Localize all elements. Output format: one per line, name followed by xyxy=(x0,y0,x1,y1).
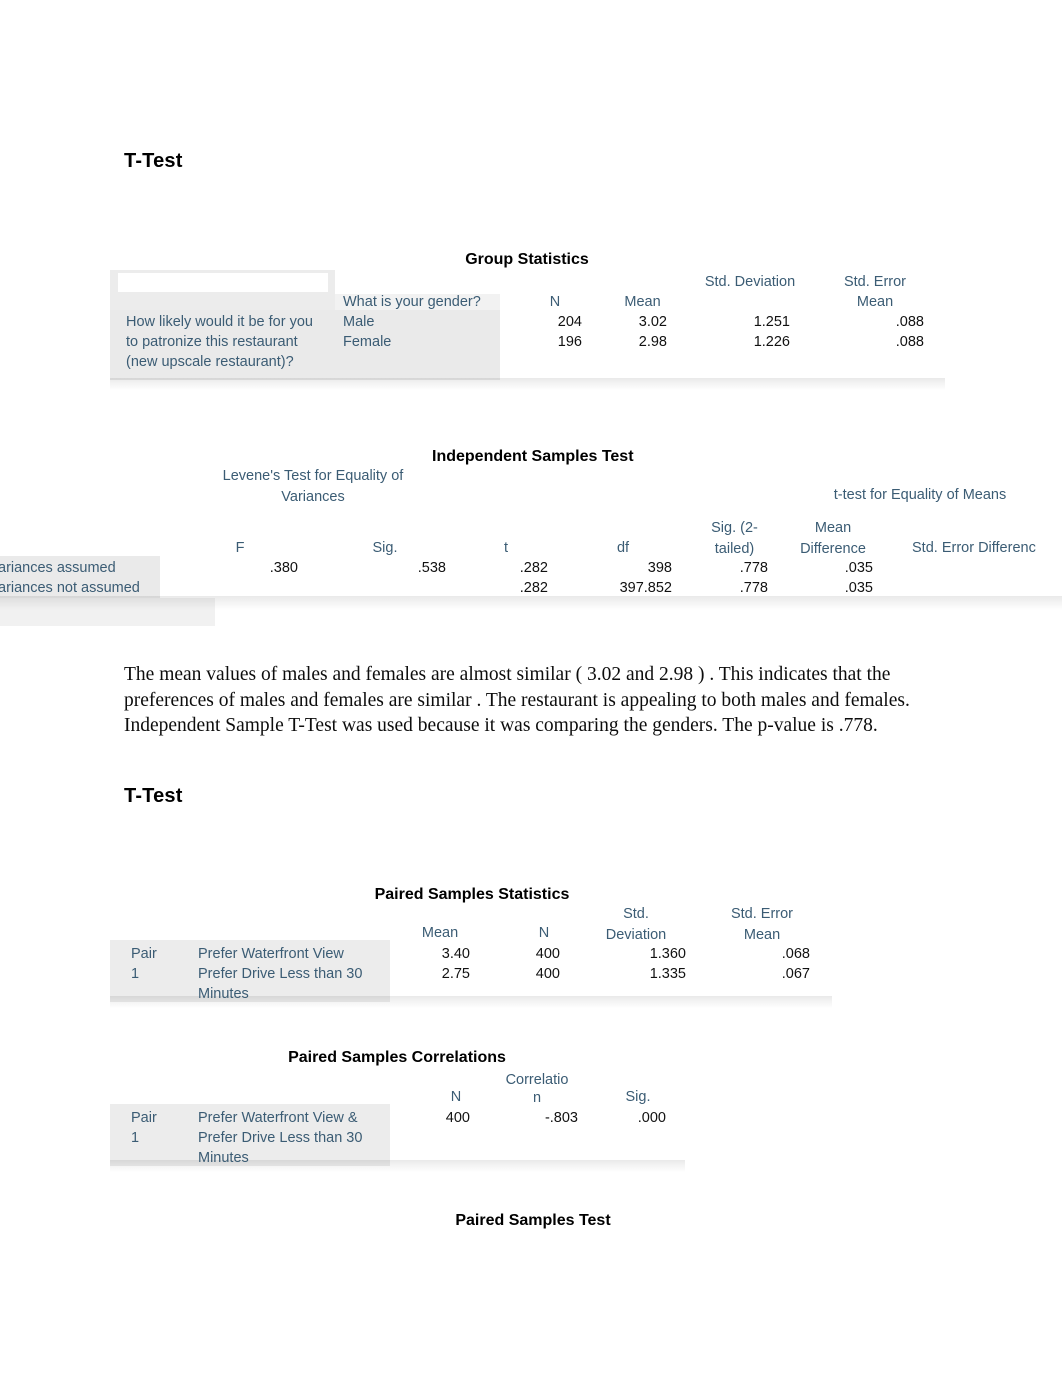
ind-test-row-mean-difference: .035 xyxy=(844,580,873,596)
ind-test-row-sig2: .778 xyxy=(739,560,768,576)
paired-stats-col-mean: Mean xyxy=(421,925,459,941)
table-title-independent-samples-test: Independent Samples Test xyxy=(432,448,634,465)
group-stats-corner-inner xyxy=(118,273,328,292)
ind-test-row-df: 398 xyxy=(647,560,672,576)
ind-test-spanner-ttest: t-test for Equality of Means xyxy=(833,487,1007,503)
ind-test-col-sig-2-tailed: Sig. (2-tailed) xyxy=(711,520,758,557)
group-stats-row-mean: 2.98 xyxy=(638,334,667,350)
group-stats-col-std-error-mean: Std. Error Mean xyxy=(843,274,907,310)
group-stats-stub-shade-top xyxy=(110,294,335,310)
ind-test-col-mean-difference: Mean Difference xyxy=(800,520,866,557)
group-stats-row-sd: 1.251 xyxy=(753,314,790,330)
paired-stats-row-sd: 1.335 xyxy=(649,966,686,982)
paired-corr-col-correlation-line2: n xyxy=(532,1090,542,1106)
paired-stats-row-mean: 3.40 xyxy=(441,946,470,962)
paired-corr-row-sig: .000 xyxy=(637,1110,666,1126)
group-stats-row-n: 196 xyxy=(557,334,582,350)
ind-test-col-sig: Sig. xyxy=(372,540,398,556)
paired-corr-bottom-shadow xyxy=(110,1160,685,1172)
paired-corr-row-n: 400 xyxy=(445,1110,470,1126)
ind-test-spanner-levene: Levene's Test for Equality of Variances xyxy=(222,468,404,505)
ind-test-row-t: .282 xyxy=(519,560,548,576)
paired-stats-row-se: .068 xyxy=(781,946,810,962)
table-title-paired-samples-test: Paired Samples Test xyxy=(455,1212,611,1229)
group-stats-group-header: What is your gender? xyxy=(343,294,481,310)
paired-stats-pair-label-line1: Pair xyxy=(131,946,157,962)
paired-corr-pair-label-line2: 1 xyxy=(131,1130,140,1146)
paired-corr-row-variable: Prefer Waterfront View & Prefer Drive Le… xyxy=(198,1110,363,1166)
ind-test-row-t: .282 xyxy=(519,580,548,596)
group-stats-col-n: N xyxy=(549,294,561,310)
paired-stats-row-n: 400 xyxy=(535,966,560,982)
ind-test-col-df: df xyxy=(616,540,630,556)
paired-stats-row-sd: 1.360 xyxy=(649,946,686,962)
ind-test-bottom-shadow xyxy=(0,596,1062,610)
paired-stats-row-variable: Prefer Drive Less than 30 Minutes xyxy=(198,966,363,1002)
paired-stats-col-std-deviation: Std. Deviation xyxy=(605,906,667,943)
group-stats-col-mean: Mean xyxy=(624,294,661,310)
document-page: T-Test Group Statistics How likely would… xyxy=(0,0,1062,1375)
group-stats-row-mean: 3.02 xyxy=(638,314,667,330)
paired-stats-row-variable: Prefer Waterfront View xyxy=(198,946,344,962)
group-stats-row-se: .088 xyxy=(895,334,924,350)
paired-stats-pair-label-line2: 1 xyxy=(131,966,140,982)
paired-corr-col-correlation-line1: Correlatio xyxy=(505,1072,569,1088)
group-stats-row-se: .088 xyxy=(895,314,924,330)
table-title-paired-samples-correlations: Paired Samples Correlations xyxy=(288,1049,506,1066)
paired-stats-row-se: .067 xyxy=(781,966,810,982)
table-title-group-statistics: Group Statistics xyxy=(465,251,589,268)
ind-test-row-sig: .538 xyxy=(417,560,446,576)
paired-corr-pair-label-line1: Pair xyxy=(131,1110,157,1126)
page-title-t-test-1: T-Test xyxy=(124,150,183,172)
paired-stats-col-std-error-mean: Std. Error Mean xyxy=(730,906,794,943)
paired-stats-col-n: N xyxy=(538,925,550,941)
group-stats-col-std-deviation: Std. Deviation xyxy=(704,274,796,290)
ind-test-row-label: ariances assumed xyxy=(0,560,116,576)
ind-test-row-label: ariances not assumed xyxy=(0,580,140,596)
group-stats-bottom-shadow xyxy=(110,378,945,390)
ind-test-col-std-error-difference: Std. Error Differenc xyxy=(912,540,1036,556)
paired-corr-row-correlation: -.803 xyxy=(544,1110,578,1126)
group-stats-row-sd: 1.226 xyxy=(753,334,790,350)
interpretation-paragraph: The mean values of males and females are… xyxy=(124,664,910,736)
page-title-t-test-2: T-Test xyxy=(124,785,183,807)
group-stats-row-group: Male xyxy=(343,314,375,330)
paired-stats-row-mean: 2.75 xyxy=(441,966,470,982)
table-title-paired-samples-statistics: Paired Samples Statistics xyxy=(374,886,570,903)
group-stats-row-n: 204 xyxy=(557,314,582,330)
ind-test-row-df: 397.852 xyxy=(619,580,672,596)
group-stats-row-group: Female xyxy=(343,334,392,350)
ind-test-row-sig2: .778 xyxy=(739,580,768,596)
ind-test-col-f: F xyxy=(235,540,245,556)
ind-test-col-t: t xyxy=(503,540,509,556)
paired-corr-col-n: N xyxy=(450,1089,462,1105)
ind-test-row-f: .380 xyxy=(269,560,298,576)
paired-stats-row-n: 400 xyxy=(535,946,560,962)
paired-corr-col-sig: Sig. xyxy=(625,1089,651,1105)
ind-test-row-mean-difference: .035 xyxy=(844,560,873,576)
group-stats-stub-label: How likely would it be for you to patron… xyxy=(126,314,313,370)
